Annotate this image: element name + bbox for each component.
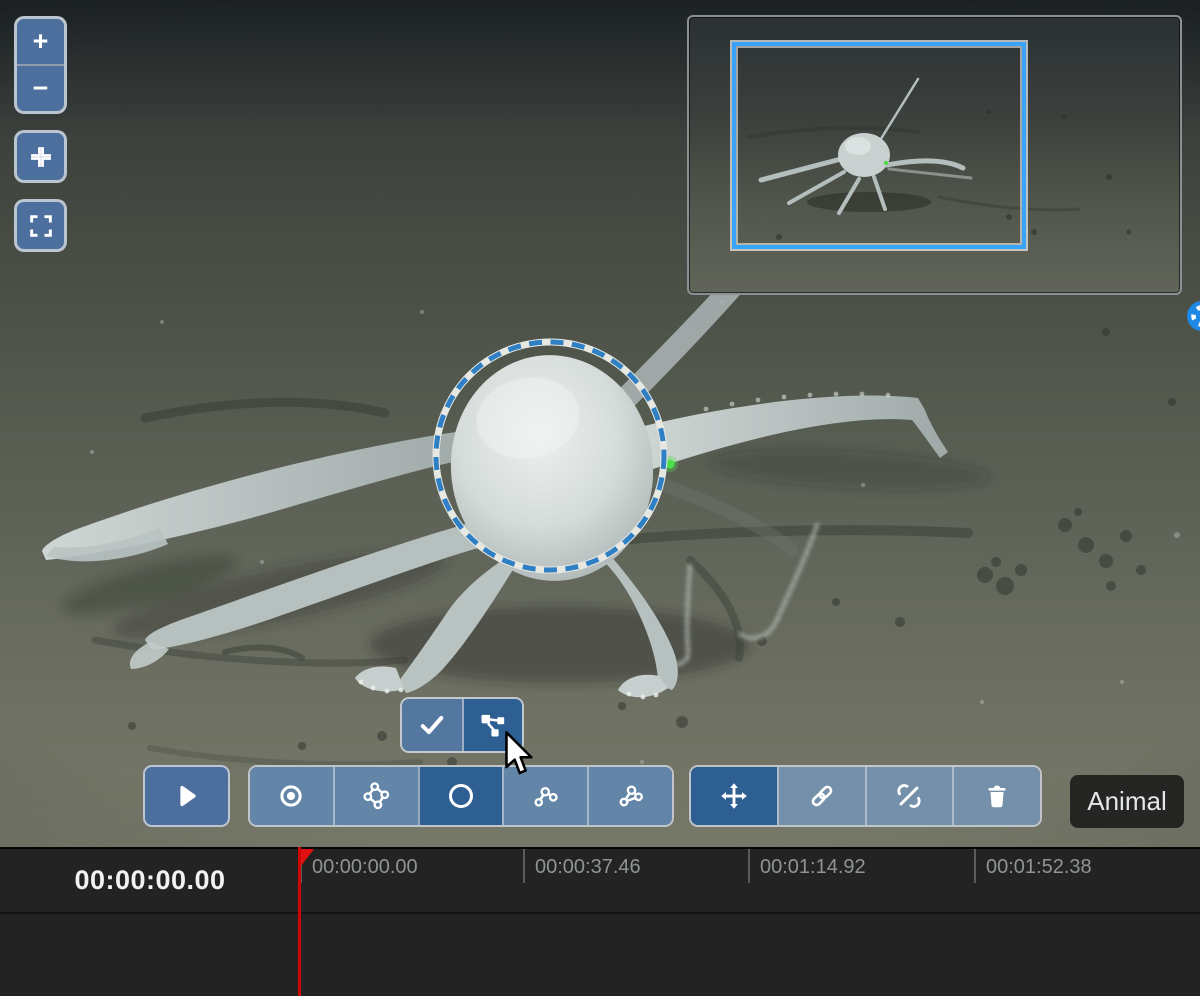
plus-icon: + — [32, 26, 49, 56]
shape-tool-group — [248, 765, 674, 827]
zoom-in-button[interactable]: + — [17, 19, 64, 66]
move-icon — [719, 781, 749, 811]
compress-icon — [27, 143, 55, 171]
center-view-button[interactable] — [14, 130, 67, 183]
unlink-icon — [894, 781, 924, 811]
play-button[interactable] — [143, 765, 230, 827]
confirm-button[interactable] — [402, 699, 462, 751]
playhead[interactable] — [298, 847, 301, 996]
tool-polygon-button[interactable] — [332, 767, 418, 825]
timeline[interactable]: 00:00:00.00 00:00:00.00 00:00:37.46 00:01:… — [0, 847, 1200, 996]
timeline-tick-label: 00:00:00.00 — [312, 856, 418, 878]
expand-icon — [27, 212, 55, 240]
circle-icon — [446, 781, 476, 811]
zoom-out-button[interactable]: − — [17, 66, 64, 111]
edit-tool-group — [689, 765, 1042, 827]
cursor-arrow — [505, 731, 539, 779]
zoom-control-group: + − — [14, 16, 67, 114]
current-time-display: 00:00:00.00 — [74, 865, 226, 895]
timeline-tick-label: 00:01:14.92 — [760, 856, 866, 878]
loading-spinner — [1184, 298, 1200, 334]
trash-icon — [983, 782, 1011, 810]
polygon-icon — [361, 781, 391, 811]
play-icon — [172, 781, 202, 811]
tool-move-button[interactable] — [691, 767, 777, 825]
minimap[interactable] — [687, 15, 1182, 295]
tool-unlink-button[interactable] — [864, 767, 953, 825]
tool-delete-button[interactable] — [952, 767, 1040, 825]
timeline-tick-label: 00:01:52.38 — [986, 856, 1092, 878]
polyline-icon — [531, 781, 561, 811]
timeline-tick-label: 00:00:37.46 — [535, 856, 641, 878]
minimap-viewport[interactable] — [732, 42, 1026, 249]
video-annotator: + − Animal 00:00:00.00 00:00:00.00 00:00… — [0, 0, 1200, 996]
link-icon — [807, 781, 837, 811]
class-label-chip[interactable]: Animal — [1070, 775, 1184, 828]
check-icon — [417, 710, 447, 740]
line-icon — [616, 781, 646, 811]
timeline-tick — [748, 849, 750, 883]
tool-link-button[interactable] — [776, 767, 865, 825]
timeline-tick — [974, 849, 976, 883]
tool-circle-button[interactable] — [417, 767, 503, 825]
timeline-divider — [0, 912, 1200, 914]
minus-icon: − — [32, 73, 49, 103]
tool-point-button[interactable] — [250, 767, 333, 825]
point-icon — [276, 781, 306, 811]
timeline-tick — [523, 849, 525, 883]
class-label-text: Animal — [1087, 786, 1167, 816]
fullscreen-button[interactable] — [14, 199, 67, 252]
tool-line-button[interactable] — [587, 767, 672, 825]
